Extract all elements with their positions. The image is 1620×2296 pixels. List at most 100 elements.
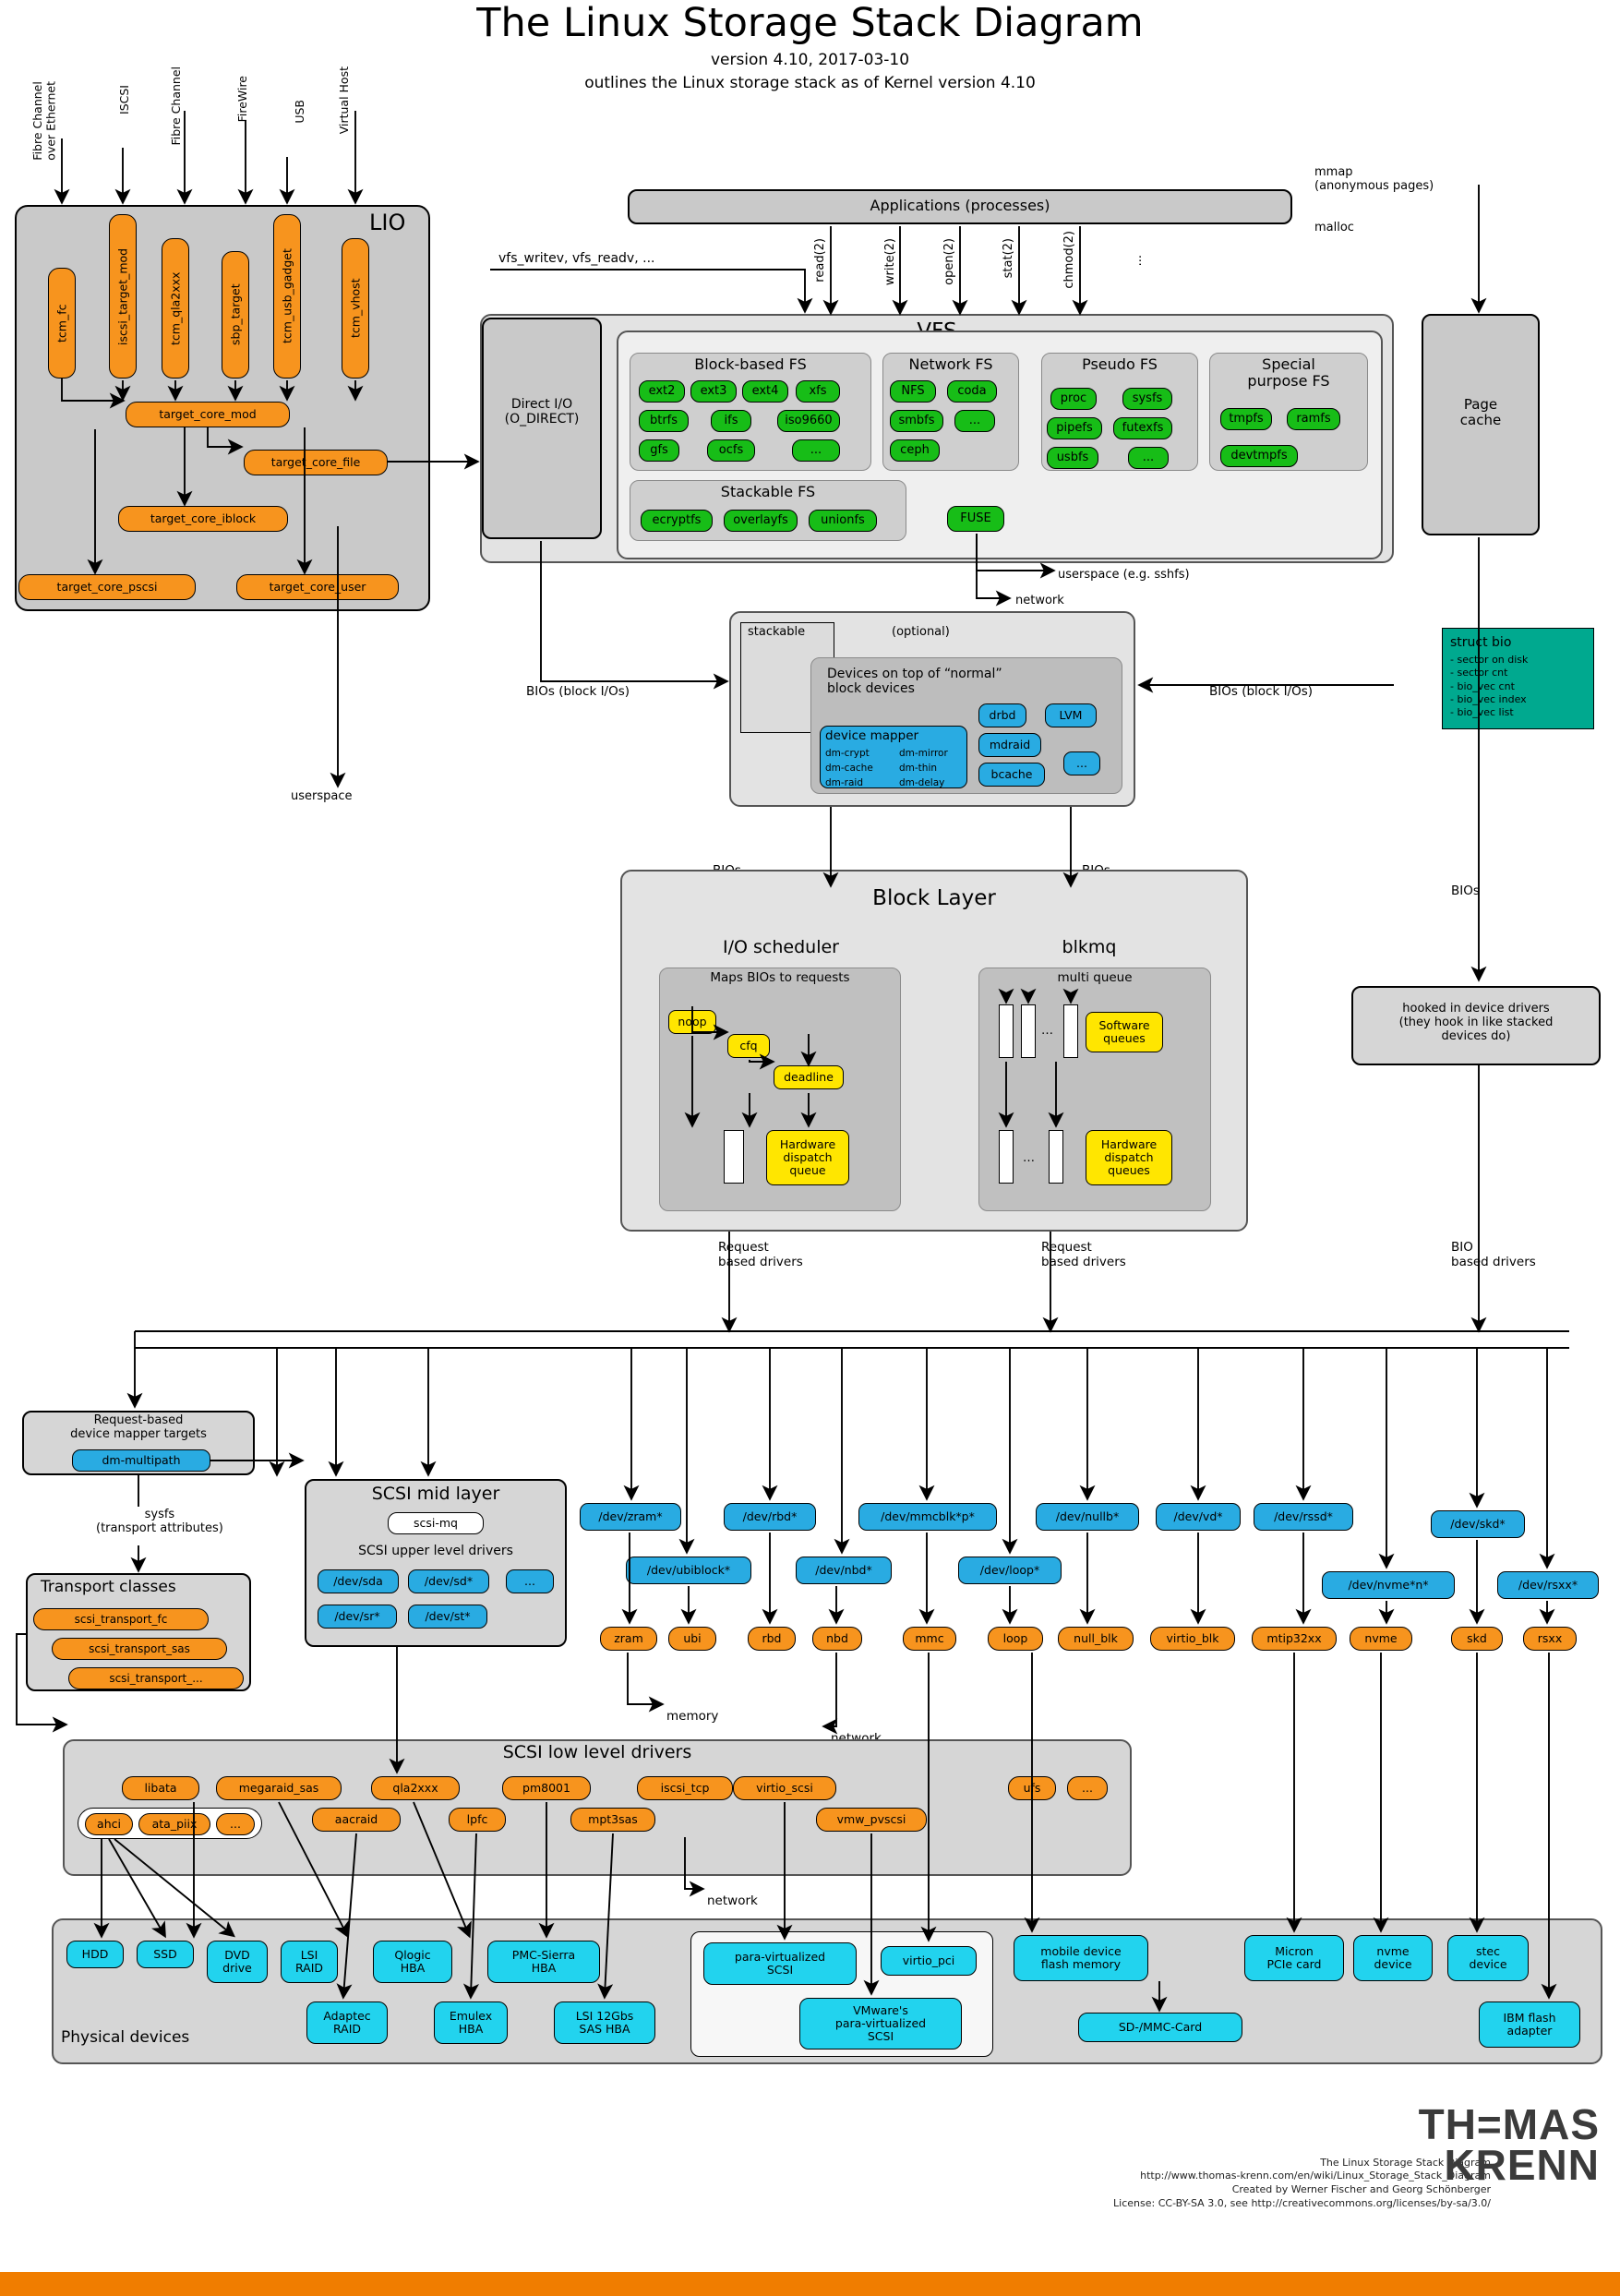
lio-target-core-file[interactable]: target_core_file: [244, 450, 388, 475]
lvm-box[interactable]: LVM: [1045, 703, 1097, 727]
phys-pmc-sierra-hba[interactable]: PMC-Sierra HBA: [487, 1941, 600, 1983]
dev-vd[interactable]: /dev/vd*: [1156, 1503, 1241, 1531]
lio-module-iscsi-target-mod[interactable]: iscsi_target_mod: [109, 214, 137, 379]
llddrv-more[interactable]: ...: [1067, 1776, 1108, 1800]
scsi-transport-fc[interactable]: scsi_transport_fc: [33, 1608, 209, 1630]
phys-micron-pcie[interactable]: Micron PCIe card: [1244, 1935, 1344, 1981]
fs-pipefs[interactable]: pipefs: [1047, 417, 1102, 439]
fs-ceph[interactable]: ceph: [890, 439, 940, 462]
lio-target-core-user[interactable]: target_core_user: [236, 574, 399, 600]
dm-multipath-box[interactable]: dm-multipath: [72, 1449, 210, 1472]
drv-null-blk[interactable]: null_blk: [1058, 1627, 1134, 1651]
phys-qlogic-hba[interactable]: Qlogic HBA: [373, 1941, 452, 1983]
lio-target-core-pscsi[interactable]: target_core_pscsi: [18, 574, 196, 600]
phys-paravirt-scsi[interactable]: para-virtualized SCSI: [703, 1942, 857, 1985]
drv-rsxx[interactable]: rsxx: [1523, 1627, 1577, 1651]
phys-stec-device[interactable]: stec device: [1447, 1935, 1529, 1981]
dev-rsxx[interactable]: /dev/rsxx*: [1497, 1571, 1599, 1599]
fs-overlayfs[interactable]: overlayfs: [724, 510, 798, 532]
phys-emulex-hba[interactable]: Emulex HBA: [434, 2001, 508, 2044]
drv-skd[interactable]: skd: [1451, 1627, 1503, 1651]
dev-ubiblock[interactable]: /dev/ubiblock*: [626, 1557, 751, 1584]
dev-nullb[interactable]: /dev/nullb*: [1036, 1503, 1139, 1531]
fs-gfs[interactable]: gfs: [639, 439, 679, 462]
dev-rssd[interactable]: /dev/rssd*: [1254, 1503, 1353, 1531]
phys-virtio-pci[interactable]: virtio_pci: [881, 1946, 977, 1976]
hw-dispatch-queue[interactable]: Hardware dispatch queue: [766, 1130, 849, 1185]
fs-xfs[interactable]: xfs: [796, 380, 840, 403]
sched-noop[interactable]: noop: [668, 1010, 716, 1034]
fs-ifs[interactable]: ifs: [711, 410, 751, 432]
dev-more[interactable]: ...: [506, 1569, 554, 1593]
dev-loop[interactable]: /dev/loop*: [958, 1557, 1062, 1584]
fs-nfs[interactable]: NFS: [890, 380, 936, 403]
drv-rbd[interactable]: rbd: [748, 1627, 796, 1651]
dev-sd[interactable]: /dev/sd*: [408, 1569, 489, 1593]
llddrv-virtio-scsi[interactable]: virtio_scsi: [733, 1776, 836, 1800]
fs-fuse[interactable]: FUSE: [947, 506, 1004, 532]
phys-sd-mmc-card[interactable]: SD-/MMC-Card: [1078, 2013, 1242, 2042]
phys-dvd[interactable]: DVD drive: [207, 1941, 268, 1983]
drv-nvme[interactable]: nvme: [1350, 1627, 1412, 1651]
sched-deadline[interactable]: deadline: [774, 1065, 844, 1089]
phys-hdd[interactable]: HDD: [66, 1941, 124, 1968]
llddrv-vmw-pvscsi[interactable]: vmw_pvscsi: [816, 1808, 927, 1832]
fs-proc[interactable]: proc: [1050, 388, 1097, 410]
llddrv-qla2xxx[interactable]: qla2xxx: [371, 1776, 460, 1800]
llddrv-ata-more[interactable]: ...: [216, 1813, 255, 1835]
dev-skd[interactable]: /dev/skd*: [1431, 1510, 1525, 1538]
drv-virtio-blk[interactable]: virtio_blk: [1150, 1627, 1235, 1651]
fs-futexfs[interactable]: futexfs: [1113, 417, 1172, 439]
sched-cfq[interactable]: cfq: [727, 1034, 770, 1058]
lio-module-tcm-qla2xxx[interactable]: tcm_qla2xxx: [162, 238, 189, 379]
dev-sr[interactable]: /dev/sr*: [318, 1605, 397, 1629]
dev-rbd[interactable]: /dev/rbd*: [724, 1503, 816, 1531]
drv-zram[interactable]: zram: [600, 1627, 657, 1651]
fs-ext4[interactable]: ext4: [742, 380, 788, 403]
dev-nbd[interactable]: /dev/nbd*: [796, 1557, 892, 1584]
lio-module-tcm-fc[interactable]: tcm_fc: [48, 268, 76, 379]
drv-nbd[interactable]: nbd: [812, 1627, 862, 1651]
fs-usbfs[interactable]: usbfs: [1047, 447, 1098, 469]
fs-sysfs[interactable]: sysfs: [1122, 388, 1172, 410]
llddrv-libata[interactable]: libata: [122, 1776, 199, 1800]
scsi-mq-box[interactable]: scsi-mq: [388, 1512, 484, 1534]
scsi-transport-sas[interactable]: scsi_transport_sas: [52, 1638, 227, 1660]
llddrv-ahci[interactable]: ahci: [85, 1813, 133, 1835]
llddrv-ata-piix[interactable]: ata_piix: [138, 1813, 210, 1835]
drbd-box[interactable]: drbd: [978, 703, 1026, 727]
fs-devtmpfs[interactable]: devtmpfs: [1220, 445, 1298, 467]
lio-module-sbp-target[interactable]: sbp_target: [222, 251, 249, 379]
dev-zram[interactable]: /dev/zram*: [580, 1503, 681, 1531]
llddrv-ufs[interactable]: ufs: [1008, 1776, 1056, 1800]
fs-smbfs[interactable]: smbfs: [890, 410, 943, 432]
fs-iso9660[interactable]: iso9660: [777, 410, 840, 432]
lio-module-tcm-usb-gadget[interactable]: tcm_usb_gadget: [273, 214, 301, 379]
dev-sda[interactable]: /dev/sda: [318, 1569, 399, 1593]
fs-ext2[interactable]: ext2: [639, 380, 685, 403]
fs-ecryptfs[interactable]: ecryptfs: [641, 510, 713, 532]
scsi-transport-more[interactable]: scsi_transport_...: [68, 1667, 244, 1689]
llddrv-aacraid[interactable]: aacraid: [312, 1808, 401, 1832]
fs-ramfs[interactable]: ramfs: [1287, 408, 1340, 430]
fs-coda[interactable]: coda: [947, 380, 997, 403]
phys-nvme-device[interactable]: nvme device: [1353, 1935, 1433, 1981]
phys-adaptec-raid[interactable]: Adaptec RAID: [306, 2001, 388, 2044]
fs-net-more[interactable]: ...: [954, 410, 995, 432]
drv-ubi[interactable]: ubi: [668, 1627, 716, 1651]
drv-mmc[interactable]: mmc: [903, 1627, 956, 1651]
bcache-box[interactable]: bcache: [978, 763, 1045, 787]
phys-vmware-paravirt[interactable]: VMware's para-virtualized SCSI: [799, 1998, 962, 2050]
fs-tmpfs[interactable]: tmpfs: [1220, 408, 1272, 430]
fs-unionfs[interactable]: unionfs: [809, 510, 877, 532]
lio-target-core-iblock[interactable]: target_core_iblock: [118, 506, 288, 532]
fs-ocfs[interactable]: ocfs: [707, 439, 755, 462]
mdraid-box[interactable]: mdraid: [978, 733, 1041, 757]
software-queues[interactable]: Software queues: [1086, 1012, 1163, 1052]
fs-ext3[interactable]: ext3: [690, 380, 737, 403]
llddrv-iscsi-tcp[interactable]: iscsi_tcp: [637, 1776, 733, 1800]
drv-loop[interactable]: loop: [988, 1627, 1043, 1651]
drv-mtip32xx[interactable]: mtip32xx: [1252, 1627, 1337, 1651]
dm-more-box[interactable]: ...: [1063, 751, 1100, 775]
llddrv-lpfc[interactable]: lpfc: [449, 1808, 506, 1832]
